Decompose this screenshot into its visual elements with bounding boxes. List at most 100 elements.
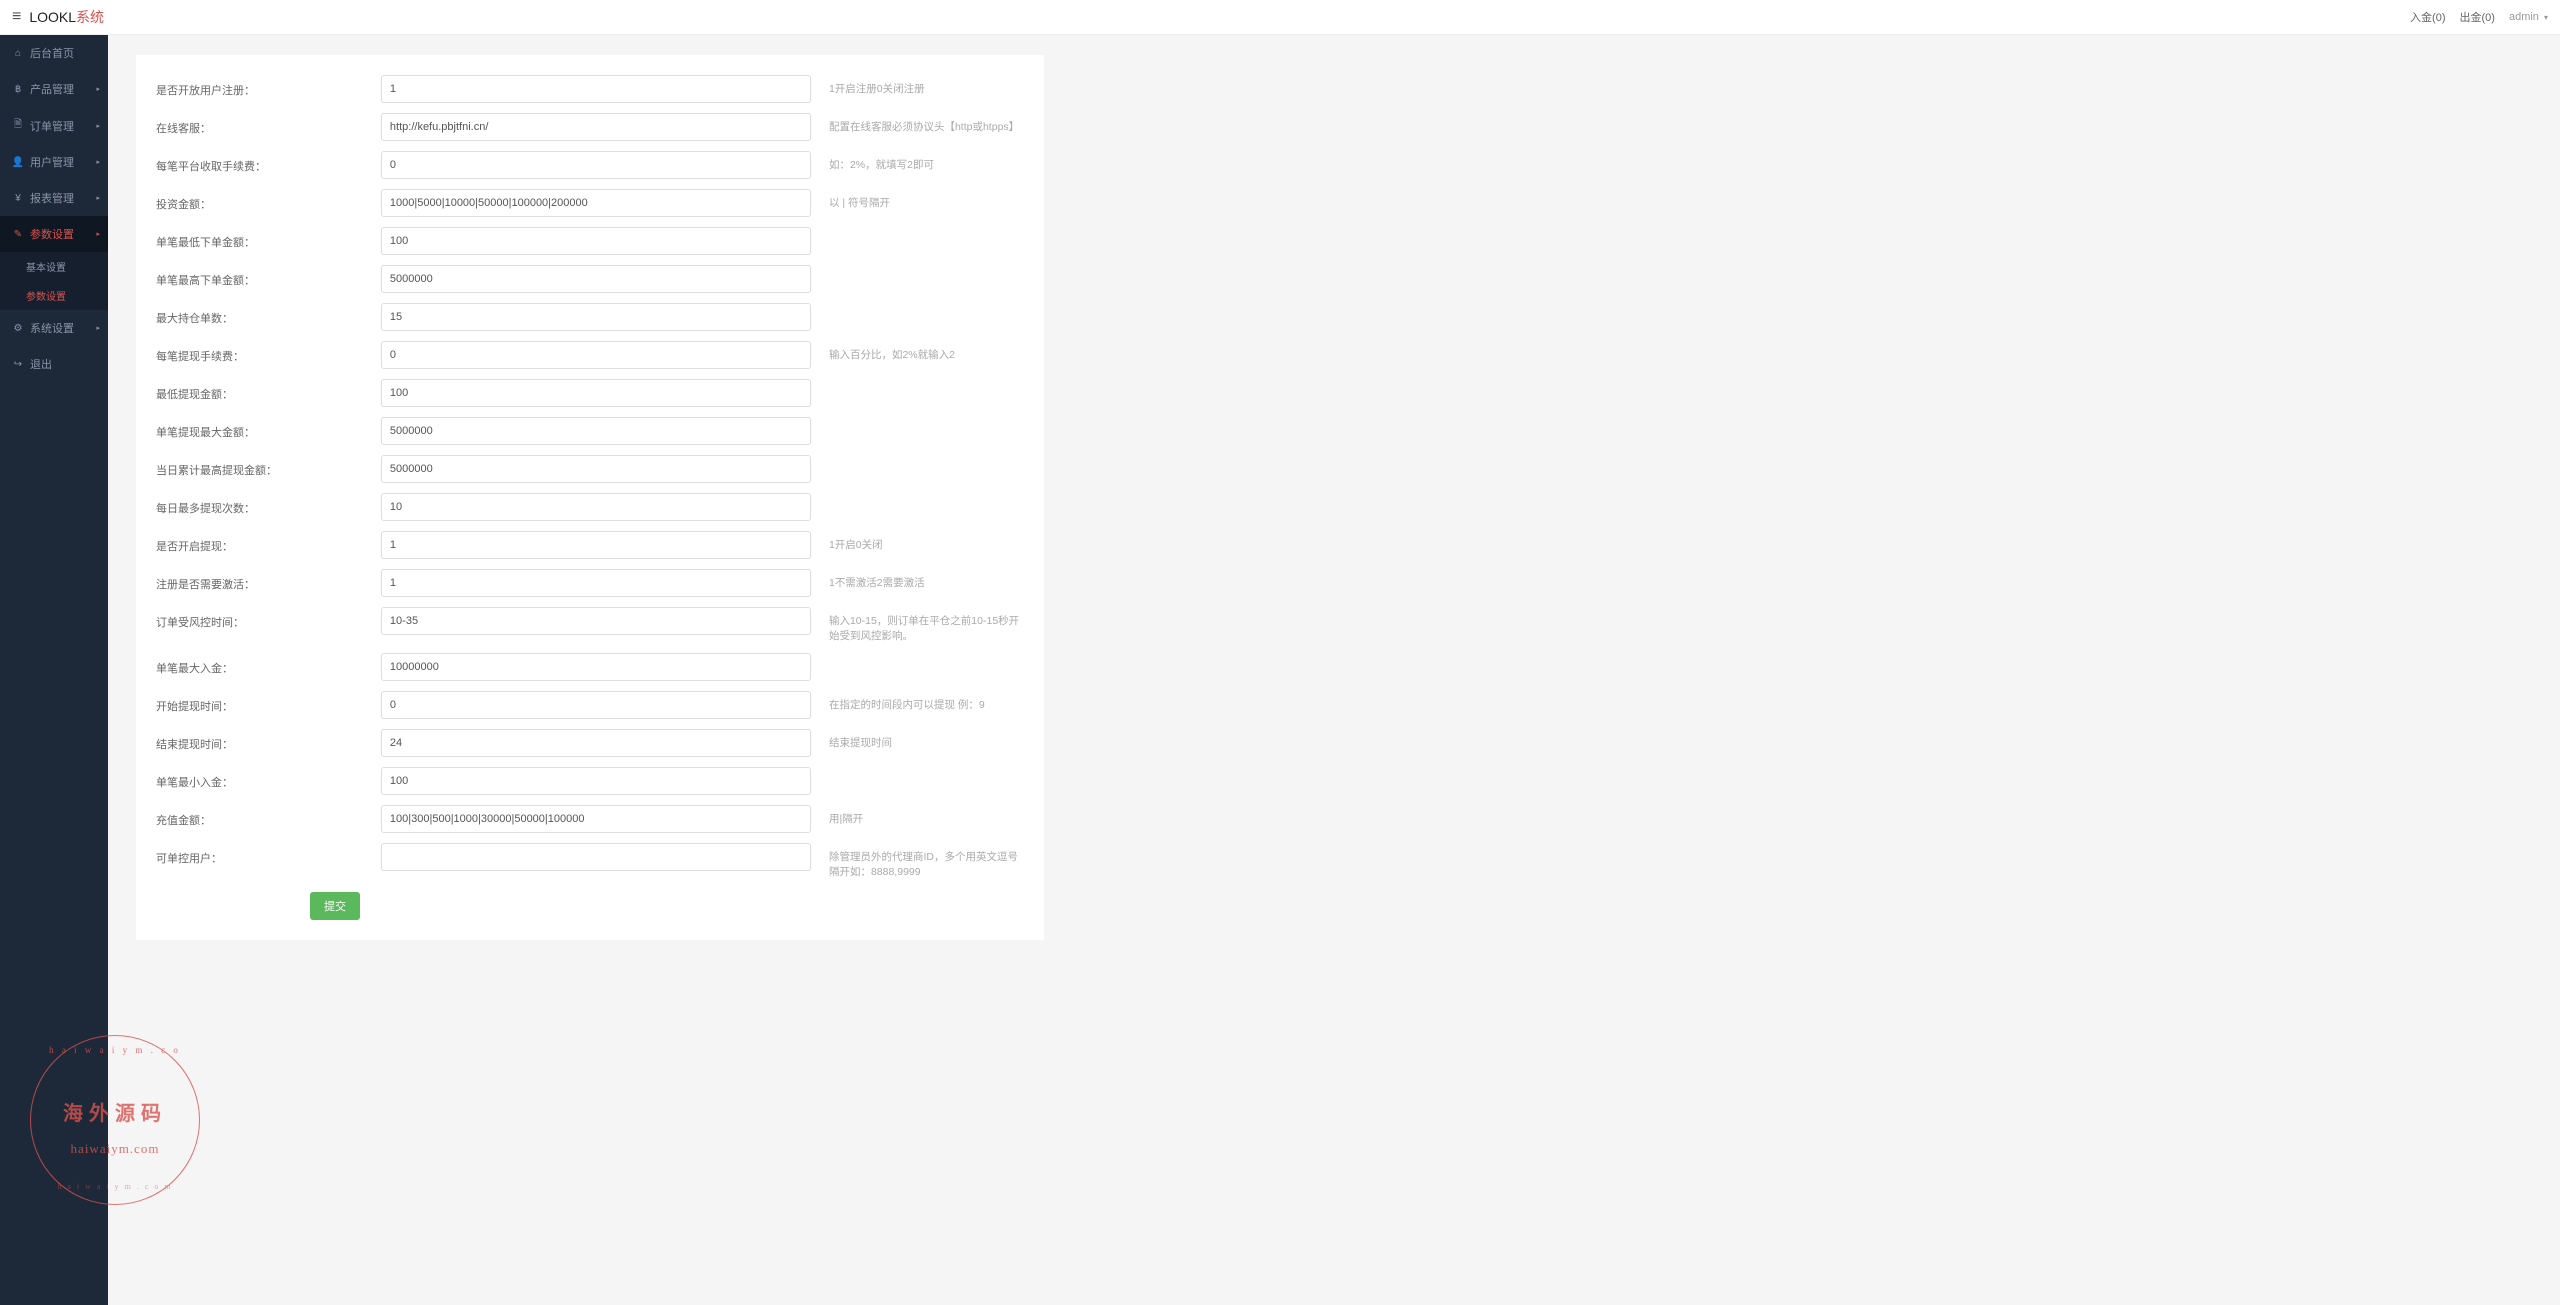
- form-input[interactable]: [381, 767, 811, 795]
- sidebar-item[interactable]: ✎参数设置▸: [0, 216, 108, 252]
- main-content: 是否开放用户注册： 1开启注册0关闭注册在线客服：配置在线客服必须协议头【http…: [108, 35, 2560, 1305]
- chevron-right-icon: ▸: [96, 85, 100, 93]
- form-row: 充值金额：用|隔开: [152, 805, 1028, 833]
- form-row: 注册是否需要激活：1不需激活2需要激活: [152, 569, 1028, 597]
- chevron-right-icon: ▸: [96, 324, 100, 332]
- sidebar-item[interactable]: ⌂后台首页: [0, 35, 108, 71]
- form-input[interactable]: [381, 303, 811, 331]
- sidebar-item[interactable]: ¥报表管理▸: [0, 180, 108, 216]
- form-help: [829, 303, 1028, 310]
- form-row: 单笔提现最大金额：: [152, 417, 1028, 445]
- form-input[interactable]: [381, 569, 811, 597]
- form-help: [829, 767, 1028, 774]
- form-help: 以 | 符号隔开: [829, 189, 1028, 211]
- form-input[interactable]: [381, 531, 811, 559]
- sidebar-item[interactable]: 🗎 订单管理 ▸: [0, 107, 108, 144]
- form-input[interactable]: [381, 729, 811, 757]
- form-row: 在线客服：配置在线客服必须协议头【http或htpps】: [152, 113, 1028, 141]
- form-help: 输入10-15，则订单在平仓之前10-15秒开始受到风控影响。: [829, 607, 1028, 643]
- form-label: 当日累计最高提现金额：: [152, 455, 381, 478]
- nav-icon: ⚙: [12, 323, 24, 334]
- nav-label: 用户管理: [30, 154, 74, 170]
- deposit-link[interactable]: 入金(0): [2410, 9, 2445, 25]
- form-input[interactable]: [381, 805, 811, 833]
- sidebar-sub-item[interactable]: 参数设置: [0, 281, 108, 310]
- form-input[interactable]: [381, 341, 811, 369]
- topbar: ≡ LOOKL系统 入金(0) 出金(0) admin ▾: [0, 0, 2560, 35]
- form-input[interactable]: [381, 265, 811, 293]
- form-label: 单笔最大入金：: [152, 653, 381, 676]
- form-label: 注册是否需要激活：: [152, 569, 381, 592]
- form-row: 可单控用户： 除管理员外的代理商ID，多个用英文逗号隔开如：8888,9999: [152, 843, 1028, 879]
- form-label: 可单控用户：: [152, 843, 381, 866]
- nav-icon: 🗎: [12, 117, 24, 134]
- form-help: 除管理员外的代理商ID，多个用英文逗号隔开如：8888,9999: [829, 843, 1028, 879]
- form-row: 单笔最高下单金额：: [152, 265, 1028, 293]
- nav-icon: ฿: [12, 84, 24, 95]
- form-row: 结束提现时间：结束提现时间: [152, 729, 1028, 757]
- form-label: 最低提现金额：: [152, 379, 381, 402]
- topbar-left: ≡ LOOKL系统: [12, 7, 104, 27]
- form-input[interactable]: [381, 227, 811, 255]
- form-input[interactable]: [381, 607, 811, 635]
- form-input[interactable]: [381, 691, 811, 719]
- sidebar-sub-item[interactable]: 基本设置: [0, 252, 108, 281]
- form-label: 最大持仓单数：: [152, 303, 381, 326]
- sidebar: ⌂后台首页฿产品管理▸🗎订单管理▸👤用户管理▸¥报表管理▸✎参数设置▸基本设置参…: [0, 35, 108, 1305]
- form-label: 订单受风控时间：: [152, 607, 381, 630]
- form-input[interactable]: [381, 843, 811, 871]
- form-help: [829, 227, 1028, 234]
- form-label: 在线客服：: [152, 113, 381, 136]
- form-row: 是否开启提现：1开启0关闭: [152, 531, 1028, 559]
- sidebar-item[interactable]: ↪ 退出: [0, 346, 108, 382]
- submit-button[interactable]: 提交: [310, 892, 360, 920]
- logo[interactable]: LOOKL系统: [29, 7, 104, 27]
- sidebar-item[interactable]: ฿ 产品管理 ▸: [0, 71, 108, 107]
- nav-label: 退出: [30, 356, 52, 372]
- form-row: 当日累计最高提现金额：: [152, 455, 1028, 483]
- form-label: 每笔提现手续费：: [152, 341, 381, 364]
- logo-dark: LOOKL: [29, 9, 76, 25]
- form-row: 每日最多提现次数：: [152, 493, 1028, 521]
- sidebar-item[interactable]: ⚙系统设置▸: [0, 310, 108, 346]
- form-input[interactable]: [381, 417, 811, 445]
- chevron-right-icon: ▸: [96, 194, 100, 202]
- form-input[interactable]: [381, 493, 811, 521]
- form-input[interactable]: [381, 379, 811, 407]
- form-input[interactable]: [381, 189, 811, 217]
- form-label: 投资金额：: [152, 189, 381, 212]
- nav-label: 订单管理: [30, 118, 74, 134]
- logo-red: 系统: [76, 9, 104, 25]
- chevron-right-icon: ▸: [96, 158, 100, 166]
- form-label: 每笔平台收取手续费：: [152, 151, 381, 174]
- form-input[interactable]: [381, 653, 811, 681]
- form-input[interactable]: [381, 151, 811, 179]
- form-row: 订单受风控时间： 输入10-15，则订单在平仓之前10-15秒开始受到风控影响。: [152, 607, 1028, 643]
- form-help: [829, 493, 1028, 500]
- withdraw-link[interactable]: 出金(0): [2460, 9, 2495, 25]
- form-input[interactable]: [381, 455, 811, 483]
- form-help: 在指定的时间段内可以提现 例：9: [829, 691, 1028, 713]
- nav-icon: ✎: [12, 229, 24, 240]
- nav-label: 参数设置: [30, 226, 74, 242]
- form-row: 投资金额： 以 | 符号隔开: [152, 189, 1028, 217]
- form-label: 单笔最小入金：: [152, 767, 381, 790]
- nav-label: 产品管理: [30, 81, 74, 97]
- form-label: 单笔最高下单金额：: [152, 265, 381, 288]
- form-help: [829, 455, 1028, 462]
- form-help: 输入百分比，如2%就输入2: [829, 341, 1028, 363]
- nav-icon: ↪: [12, 359, 24, 370]
- form-help: 1开启注册0关闭注册: [829, 75, 1028, 97]
- form-input[interactable]: [381, 113, 811, 141]
- form-row: 开始提现时间：在指定的时间段内可以提现 例：9: [152, 691, 1028, 719]
- form-label: 充值金额：: [152, 805, 381, 828]
- form-input[interactable]: [381, 75, 811, 103]
- menu-toggle-icon[interactable]: ≡: [12, 8, 21, 26]
- form-help: [829, 653, 1028, 660]
- form-row: 最低提现金额：: [152, 379, 1028, 407]
- form-row: 单笔最小入金：: [152, 767, 1028, 795]
- sidebar-item[interactable]: 👤用户管理▸: [0, 144, 108, 180]
- user-menu[interactable]: admin ▾: [2509, 11, 2548, 23]
- chevron-right-icon: ▸: [96, 122, 100, 130]
- form-label: 是否开放用户注册：: [152, 75, 381, 98]
